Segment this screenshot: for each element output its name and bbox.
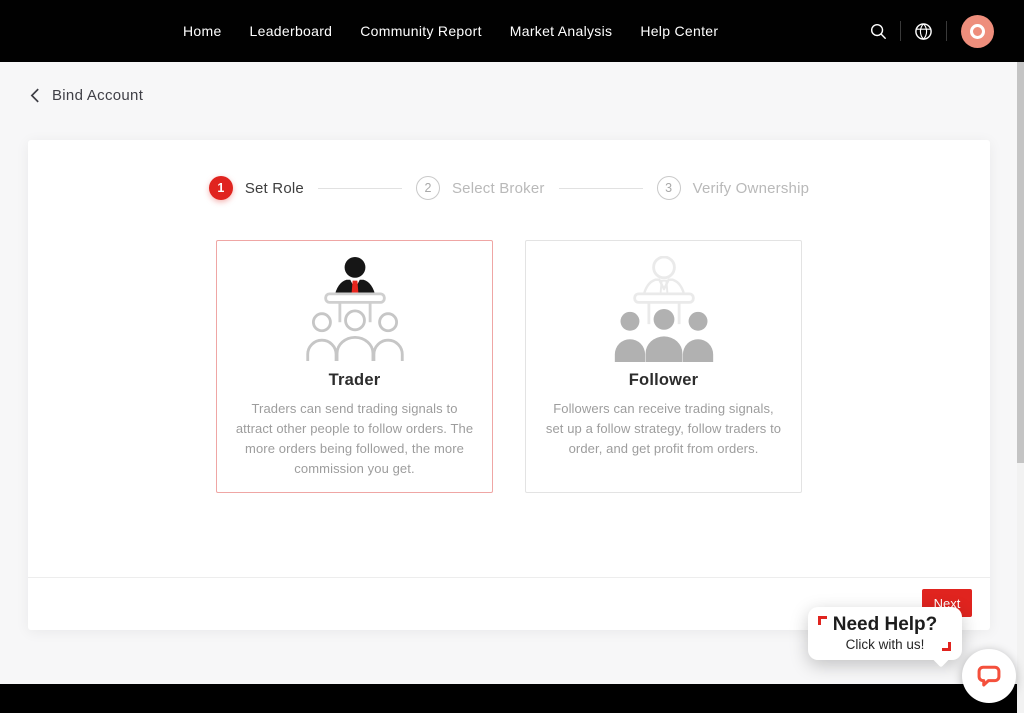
role-card-follower[interactable]: Follower Followers can receive trading s… <box>525 240 802 493</box>
step-2-label: Select Broker <box>452 180 545 197</box>
role-title-follower: Follower <box>526 371 801 390</box>
nav-menu: Home Leaderboard Community Report Market… <box>183 0 718 62</box>
nav-item-leaderboard[interactable]: Leaderboard <box>250 23 333 39</box>
tooltip-corner-mark <box>818 616 827 625</box>
step-select-broker: 2 Select Broker <box>416 176 545 200</box>
back-button[interactable]: Bind Account <box>30 87 143 104</box>
role-options: Trader Traders can send trading signals … <box>28 240 990 493</box>
step-2-indicator: 2 <box>416 176 440 200</box>
chevron-left-icon <box>30 87 40 104</box>
help-tooltip-title: Need Help? <box>833 615 938 636</box>
trader-role-icon <box>217 256 492 367</box>
stepper-connector <box>559 188 643 189</box>
tooltip-corner-mark <box>942 642 951 651</box>
role-title-trader: Trader <box>217 371 492 390</box>
help-tooltip-subtitle: Click with us! <box>846 637 925 652</box>
nav-divider <box>900 21 901 41</box>
role-description-trader: Traders can send trading signals to attr… <box>217 399 492 480</box>
card-footer-divider <box>28 577 990 578</box>
top-nav: Home Leaderboard Community Report Market… <box>0 0 1024 62</box>
step-1-label: Set Role <box>245 180 304 197</box>
stepper-connector <box>318 188 402 189</box>
nav-divider <box>946 21 947 41</box>
step-3-indicator: 3 <box>657 176 681 200</box>
stepper: 1 Set Role 2 Select Broker 3 Verify Owne… <box>28 176 990 200</box>
globe-icon[interactable] <box>914 22 933 41</box>
role-description-follower: Followers can receive trading signals, s… <box>526 399 801 459</box>
step-3-label: Verify Ownership <box>693 180 810 197</box>
user-avatar[interactable] <box>961 15 994 48</box>
search-icon[interactable] <box>869 22 887 40</box>
need-help-tooltip[interactable]: Need Help? Click with us! <box>808 607 962 660</box>
page-title: Bind Account <box>52 87 143 104</box>
role-card-trader[interactable]: Trader Traders can send trading signals … <box>216 240 493 493</box>
nav-item-community-report[interactable]: Community Report <box>360 23 482 39</box>
step-set-role: 1 Set Role <box>209 176 304 200</box>
nav-item-home[interactable]: Home <box>183 23 222 39</box>
nav-item-market-analysis[interactable]: Market Analysis <box>510 23 613 39</box>
live-chat-button[interactable] <box>962 649 1016 703</box>
scrollbar-thumb[interactable] <box>1017 62 1024 463</box>
step-verify-ownership: 3 Verify Ownership <box>657 176 810 200</box>
nav-item-help-center[interactable]: Help Center <box>640 23 718 39</box>
avatar-ring-glyph <box>970 24 985 39</box>
footer-bar <box>0 684 1024 713</box>
nav-right-controls <box>869 0 994 62</box>
bind-account-card: 1 Set Role 2 Select Broker 3 Verify Owne… <box>28 140 990 630</box>
follower-role-icon <box>526 256 801 367</box>
step-1-indicator: 1 <box>209 176 233 200</box>
vertical-scrollbar[interactable] <box>1017 62 1024 713</box>
chat-bubble-icon <box>975 662 1003 690</box>
